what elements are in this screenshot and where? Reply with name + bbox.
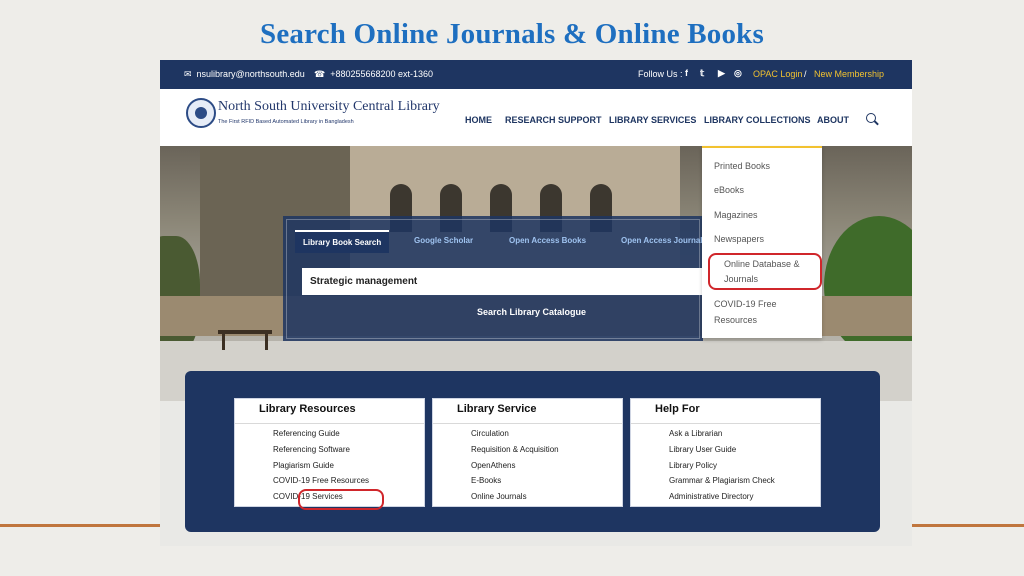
search-widget: Library Book Search Google Scholar Open …: [283, 216, 707, 341]
card-library-service: Library Service Circulation Requisition …: [432, 398, 623, 507]
twitter-icon[interactable]: 𝕥: [700, 68, 704, 79]
nav-about[interactable]: ABOUT: [817, 115, 849, 125]
list-item[interactable]: Referencing Guide: [273, 429, 340, 438]
card-title: Help For: [655, 403, 700, 415]
dropdown-item-ebooks[interactable]: eBooks: [714, 183, 744, 198]
site-header: North South University Central Library T…: [160, 89, 912, 146]
list-item[interactable]: Circulation: [471, 429, 509, 438]
tab-google-scholar[interactable]: Google Scholar: [414, 236, 473, 245]
list-item[interactable]: Library User Guide: [669, 445, 736, 454]
tab-open-access-journals[interactable]: Open Access Journals: [621, 236, 707, 245]
dropdown-item-printed-books[interactable]: Printed Books: [714, 159, 770, 174]
dropdown-item-magazines[interactable]: Magazines: [714, 208, 758, 223]
slide-divider-left: [0, 524, 160, 527]
youtube-icon[interactable]: ▶: [718, 68, 725, 79]
dropdown-item-covid[interactable]: COVID-19 Free: [714, 297, 777, 312]
search-icon[interactable]: [866, 113, 876, 123]
search-input[interactable]: Strategic management: [302, 268, 707, 295]
topbar-divider: /: [804, 69, 807, 79]
phone-icon: ☎: [314, 69, 326, 79]
phone-text: +880255668200 ext-1360: [330, 69, 434, 79]
dropdown-item-resources[interactable]: Resources: [714, 313, 757, 328]
nav-library-collections[interactable]: LIBRARY COLLECTIONS: [704, 115, 811, 125]
phone-link[interactable]: ☎ +880255668200 ext-1360: [314, 69, 433, 80]
nav-research-support[interactable]: RESEARCH SUPPORT: [505, 115, 602, 125]
list-item[interactable]: Referencing Software: [273, 445, 350, 454]
list-item[interactable]: E-Books: [471, 476, 501, 485]
library-name[interactable]: North South University Central Library: [218, 99, 440, 115]
dropdown-item-newspapers[interactable]: Newspapers: [714, 232, 764, 247]
quick-links-panel: Library Resources Referencing Guide Refe…: [185, 371, 880, 532]
slide-title: Search Online Journals & Online Books: [260, 18, 764, 50]
list-item-online-journals[interactable]: Online Journals: [471, 492, 527, 501]
email-link[interactable]: ✉ nsulibrary@northsouth.edu: [184, 69, 305, 80]
opac-login-link[interactable]: OPAC Login: [753, 69, 802, 79]
list-item[interactable]: Requisition & Acquisition: [471, 445, 559, 454]
tab-open-access-books[interactable]: Open Access Books: [509, 236, 586, 245]
list-item[interactable]: Administrative Directory: [669, 492, 753, 501]
list-item[interactable]: COVID-19 Free Resources: [273, 476, 369, 485]
library-collections-dropdown: Printed Books eBooks Magazines Newspaper…: [702, 146, 822, 338]
card-title: Library Service: [457, 403, 537, 415]
top-bar: ✉ nsulibrary@northsouth.edu ☎ +88025566820…: [160, 60, 912, 89]
follow-label: Follow Us :: [638, 69, 683, 79]
nav-home[interactable]: HOME: [465, 115, 492, 125]
website-screenshot: ✉ nsulibrary@northsouth.edu ☎ +88025566820…: [160, 60, 912, 546]
card-help-for: Help For Ask a Librarian Library User Gu…: [630, 398, 821, 507]
university-logo[interactable]: [186, 98, 216, 128]
library-tagline: The First RFID Based Automated Library i…: [218, 119, 354, 125]
highlight-circle-online-journals: [298, 489, 384, 510]
card-title: Library Resources: [259, 403, 356, 415]
list-item[interactable]: Plagiarism Guide: [273, 461, 334, 470]
list-item[interactable]: Grammar & Plagiarism Check: [669, 476, 775, 485]
email-text: nsulibrary@northsouth.edu: [196, 69, 305, 79]
search-catalogue-button[interactable]: Search Library Catalogue: [477, 307, 586, 317]
slide-divider-right: [912, 524, 1024, 527]
nav-library-services[interactable]: LIBRARY SERVICES: [609, 115, 696, 125]
highlight-circle-online-database: [708, 253, 822, 290]
facebook-icon[interactable]: f: [685, 68, 688, 78]
bench: [218, 330, 272, 334]
mail-icon: ✉: [184, 69, 192, 79]
list-item[interactable]: Library Policy: [669, 461, 717, 470]
tab-library-book-search[interactable]: Library Book Search: [295, 230, 390, 253]
list-item[interactable]: Ask a Librarian: [669, 429, 722, 438]
instagram-icon[interactable]: ◎: [734, 68, 742, 79]
new-membership-link[interactable]: New Membership: [814, 69, 884, 79]
list-item[interactable]: OpenAthens: [471, 461, 515, 470]
